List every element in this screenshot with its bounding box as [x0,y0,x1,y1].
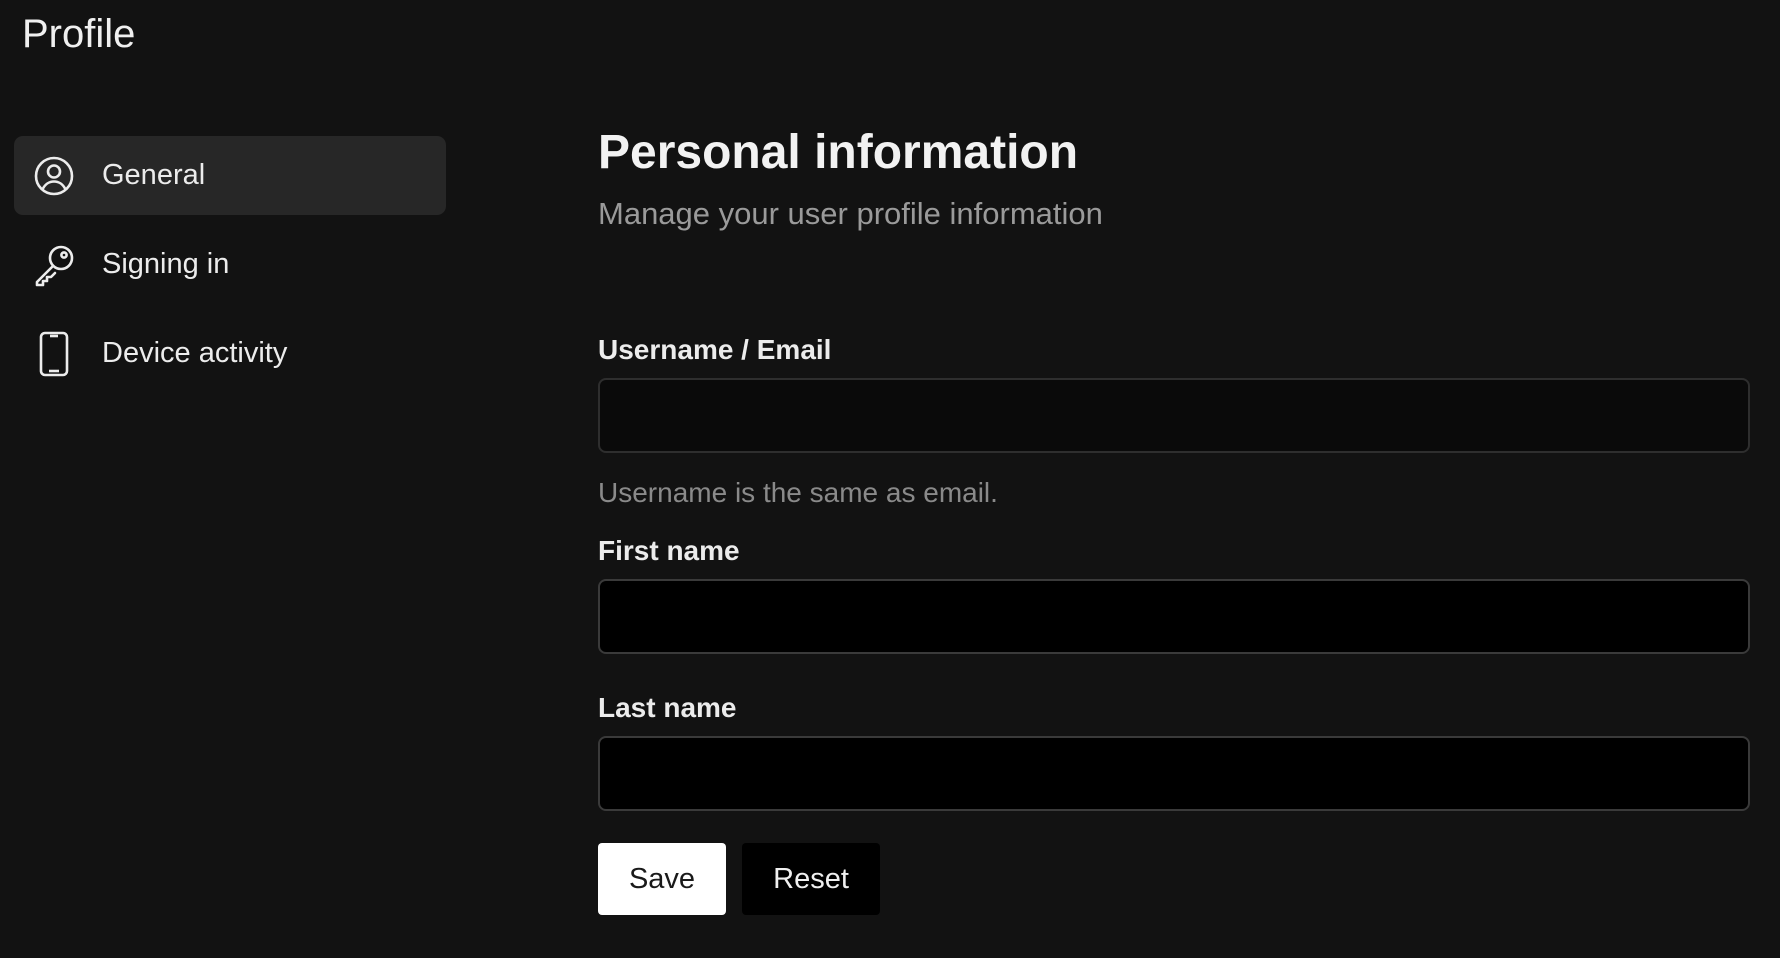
sidebar: General Signing in Device activity [14,136,446,403]
username-helper-text: Username is the same as email. [598,477,998,508]
last-name-field[interactable] [598,736,1750,811]
username-label: Username / Email [598,334,832,365]
user-circle-icon [32,154,76,198]
sidebar-item-label: Signing in [102,248,230,280]
last-name-label: Last name [598,692,737,723]
save-button[interactable]: Save [598,843,726,915]
sidebar-item-label: Device activity [102,337,288,369]
profile-page: Profile General Signing in Device activi… [0,0,1780,958]
form-actions: Save Reset [598,843,1750,915]
username-email-field[interactable] [598,378,1750,453]
section-subtitle: Manage your user profile information [598,196,1103,231]
first-name-field[interactable] [598,579,1750,654]
first-name-label: First name [598,535,740,566]
key-icon [32,243,76,287]
sidebar-item-general[interactable]: General [14,136,446,215]
sidebar-item-device-activity[interactable]: Device activity [14,314,446,393]
reset-button[interactable]: Reset [742,843,880,915]
section-title: Personal information [598,126,1079,179]
smartphone-icon [32,331,76,376]
page-title: Profile [22,12,136,56]
sidebar-item-label: General [102,159,206,191]
sidebar-item-signing-in[interactable]: Signing in [14,225,446,304]
personal-info-form: Personal information Manage your user pr… [598,122,1750,915]
